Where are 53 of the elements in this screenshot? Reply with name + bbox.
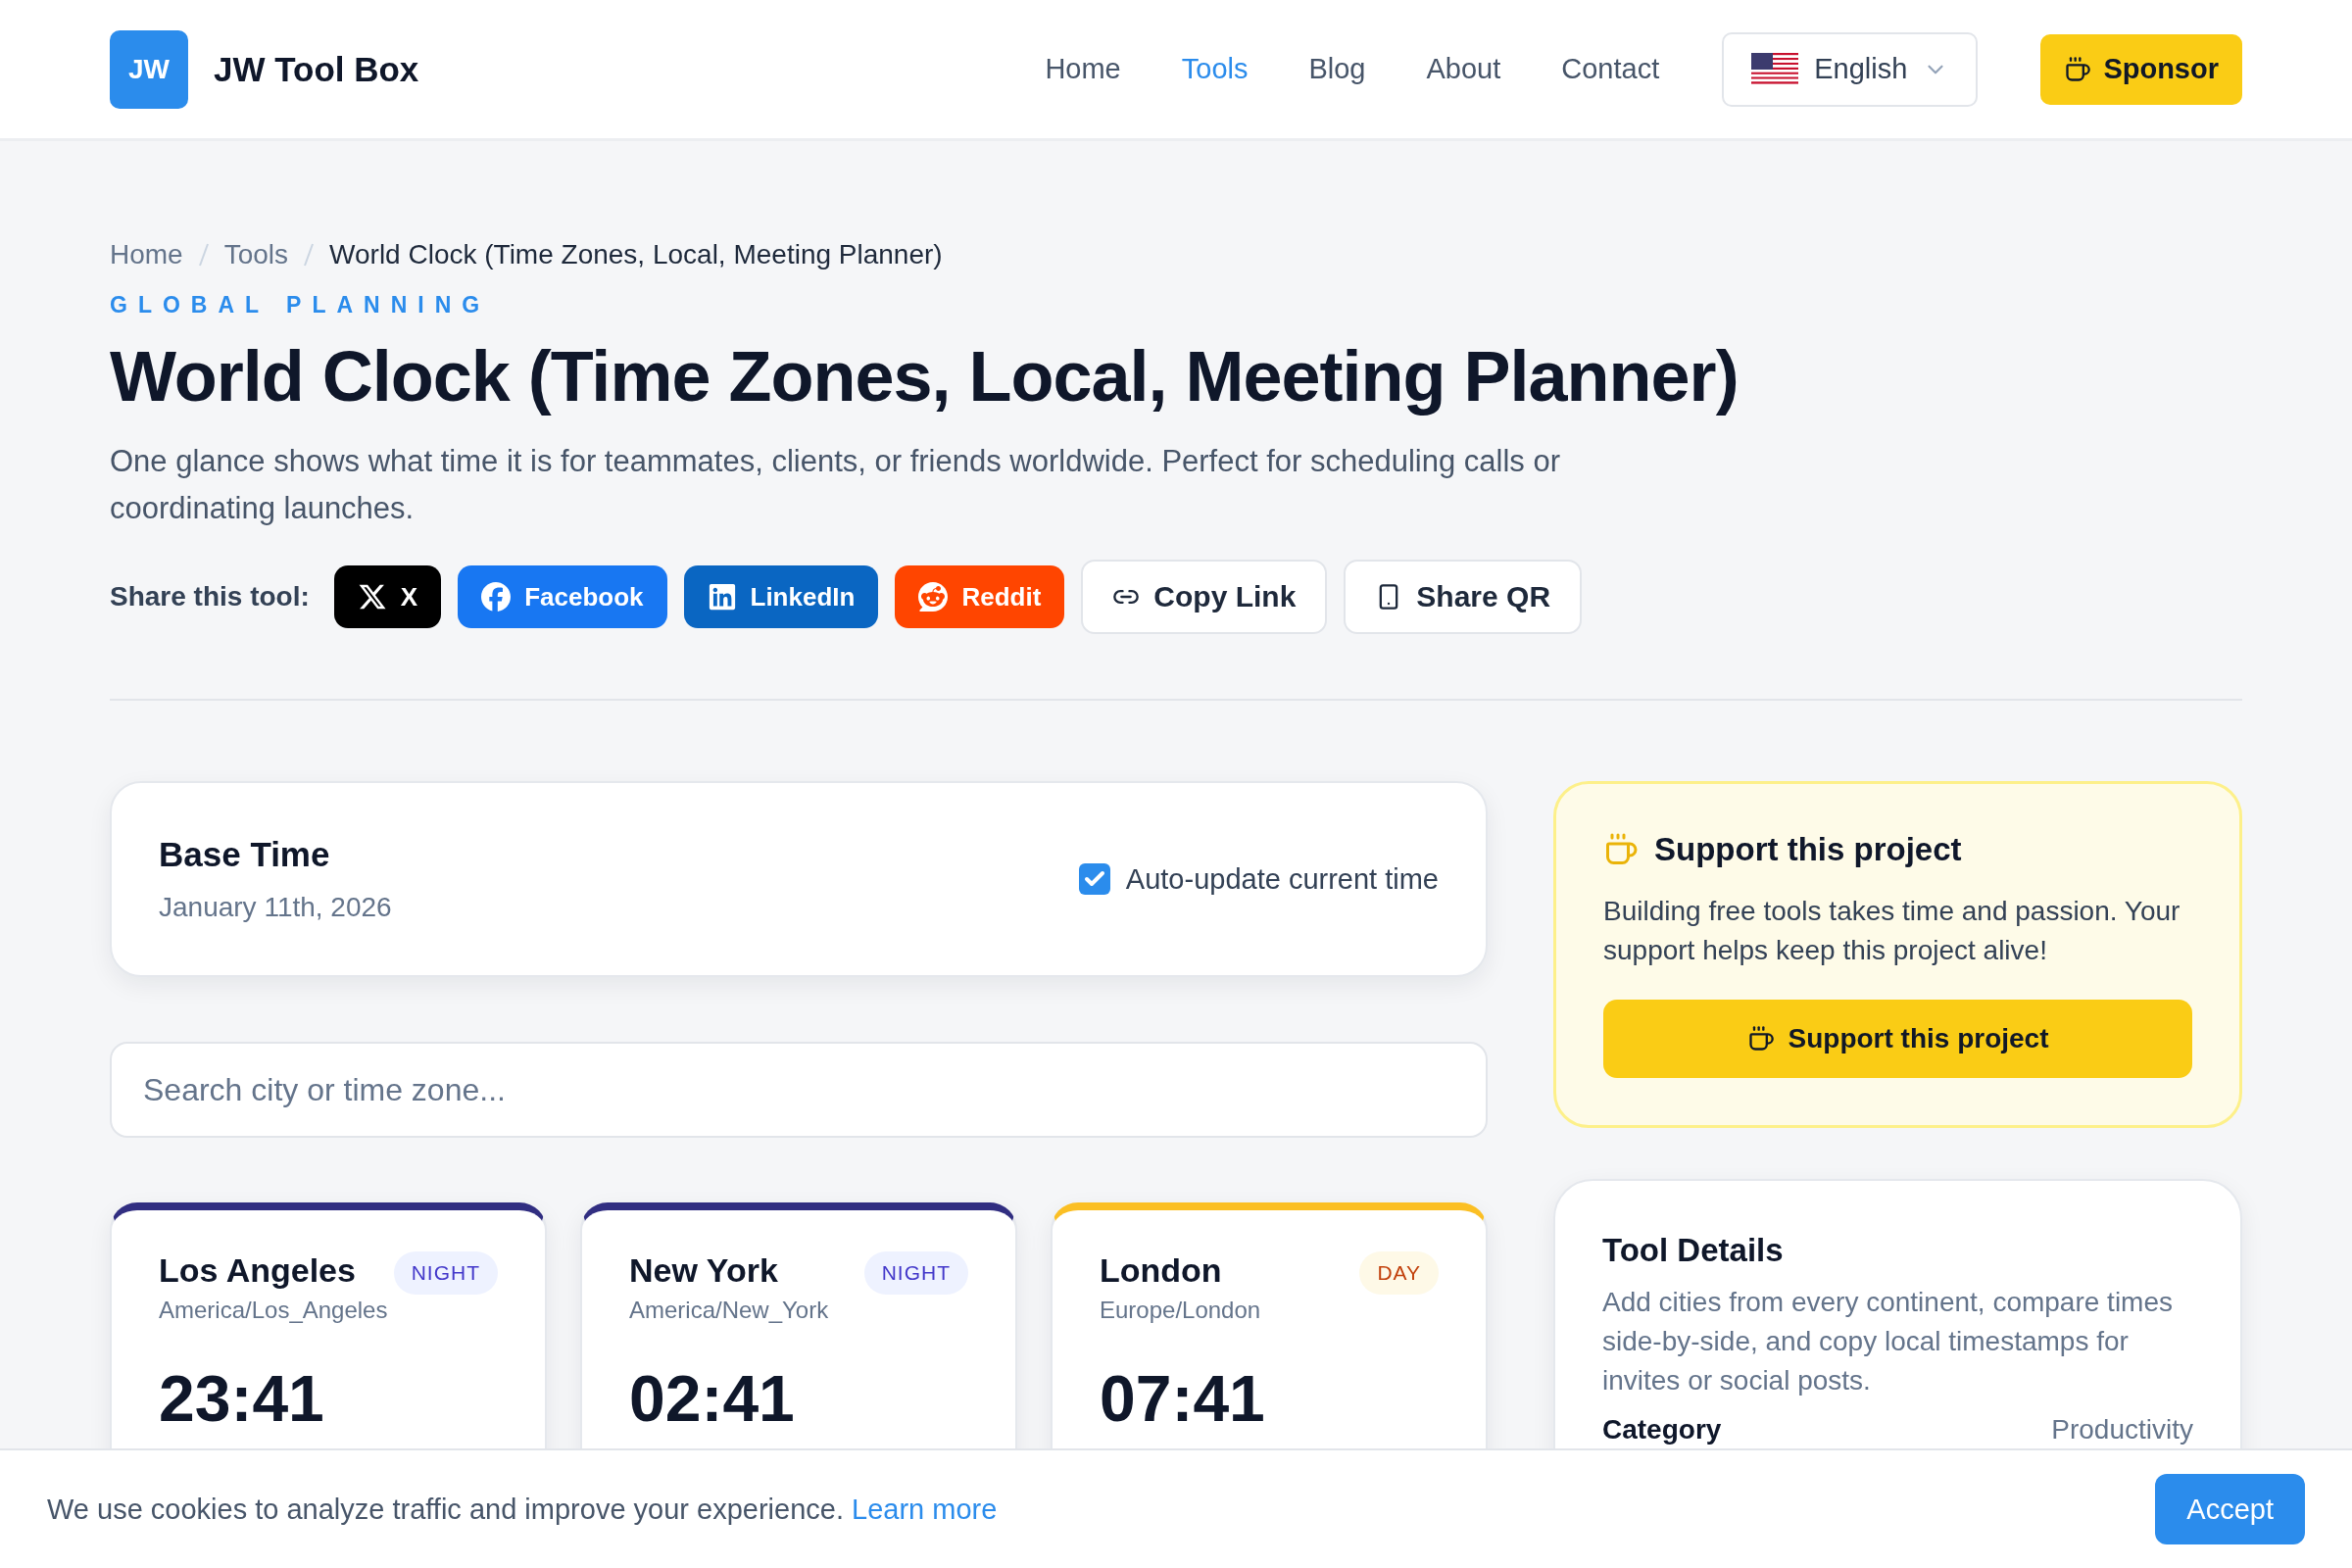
share-button[interactable]: X bbox=[333, 565, 442, 628]
detail-value: Productivity bbox=[2051, 1414, 2193, 1446]
breadcrumb-link[interactable]: Home bbox=[110, 239, 183, 270]
support-text: Building free tools takes time and passion. Your support helps keep this project alive! bbox=[1603, 895, 2181, 967]
share-button[interactable]: Share QR bbox=[1344, 560, 1583, 634]
details-text: Add cities from every continent, compare times side-by-side, and copy local timestamps for invites or social posts. bbox=[1602, 1286, 2174, 1397]
brand-name: JW Tool Box bbox=[214, 49, 419, 89]
separator-icon bbox=[198, 243, 209, 267]
us-flag-icon bbox=[1751, 52, 1799, 86]
time-zone: America/Los_Angeles bbox=[159, 1297, 389, 1324]
time-zone: America/New_York bbox=[629, 1297, 830, 1324]
language-select[interactable]: English bbox=[1722, 31, 1979, 107]
period-badge: NIGHT bbox=[863, 1251, 968, 1295]
card-title: Base Time bbox=[159, 835, 331, 874]
time-zone: Europe/London bbox=[1100, 1297, 1262, 1324]
sponsor-button[interactable]: Sponsor bbox=[2040, 33, 2242, 105]
city-name: London bbox=[1100, 1251, 1222, 1290]
x-logo-icon bbox=[357, 582, 387, 612]
checkbox[interactable] bbox=[1078, 863, 1110, 895]
coffee-icon bbox=[2064, 55, 2092, 83]
nav-link[interactable]: Home bbox=[1045, 53, 1121, 85]
share-button[interactable]: Facebook bbox=[458, 565, 667, 628]
page-description: One glance shows what time it is for teammates, clients, or friends worldwide. Perfect for scheduling calls or coordinating launches. bbox=[110, 443, 1561, 527]
breadcrumb-current: World Clock (Time Zones, Local, Meeting Planner) bbox=[329, 239, 943, 270]
city-time: 23:41 bbox=[159, 1361, 325, 1436]
city-name: New York bbox=[629, 1251, 778, 1290]
facebook-icon bbox=[481, 582, 512, 612]
separator-icon bbox=[304, 243, 315, 267]
city-time: 02:41 bbox=[629, 1361, 796, 1436]
linkedin-icon bbox=[707, 582, 737, 612]
detail-label: Category bbox=[1602, 1414, 1722, 1446]
card-title: Support this project bbox=[1654, 831, 1962, 868]
coffee-icon bbox=[1746, 1025, 1775, 1053]
eyebrow-label: GLOBAL PLANNING bbox=[110, 292, 492, 318]
search-field[interactable]: Search city or time zone... bbox=[110, 1042, 1488, 1138]
period-badge: DAY bbox=[1359, 1251, 1439, 1295]
cookie-text: We use cookies to analyze traffic and improve your experience. Learn more bbox=[47, 1493, 998, 1526]
coffee-icon bbox=[1603, 832, 1639, 867]
page-title: World Clock (Time Zones, Local, Meeting Planner) bbox=[110, 336, 1740, 416]
city-time: 07:41 bbox=[1100, 1361, 1266, 1436]
nav-link[interactable]: Blog bbox=[1308, 53, 1366, 85]
reddit-icon bbox=[918, 582, 949, 612]
nav-link[interactable]: Contact bbox=[1561, 53, 1660, 85]
breadcrumb-link[interactable]: Tools bbox=[223, 239, 289, 270]
nav-link[interactable]: About bbox=[1426, 53, 1501, 85]
share-label: Share this tool: bbox=[110, 581, 310, 612]
support-button[interactable]: Support this project bbox=[1603, 1000, 2192, 1078]
base-date: January 11th, 2026 bbox=[159, 892, 392, 923]
card-title: Tool Details bbox=[1602, 1232, 1785, 1269]
share-button[interactable]: LinkedIn bbox=[683, 565, 879, 628]
city-name: Los Angeles bbox=[159, 1251, 356, 1290]
period-badge: NIGHT bbox=[393, 1251, 498, 1295]
share-button[interactable]: Copy Link bbox=[1081, 560, 1328, 634]
